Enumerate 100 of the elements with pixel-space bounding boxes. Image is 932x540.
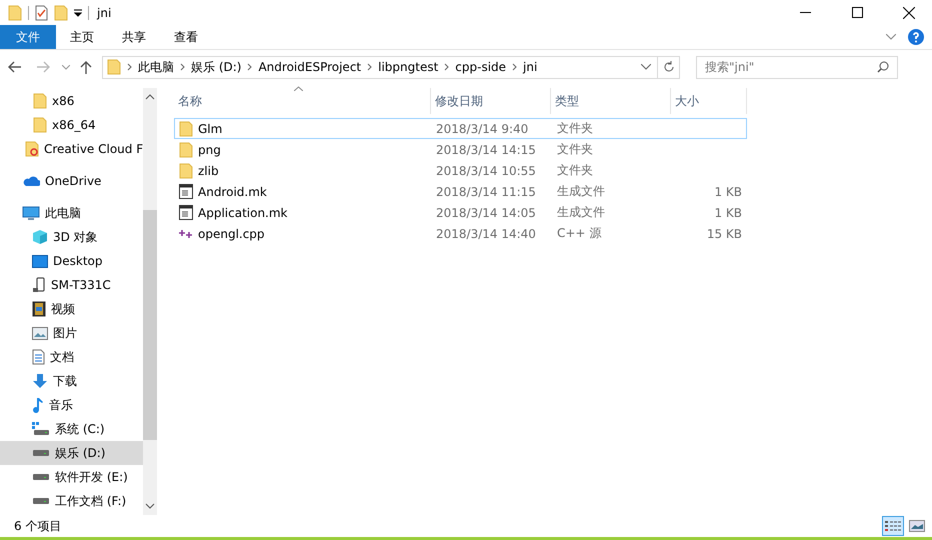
- breadcrumb[interactable]: jni: [523, 60, 538, 74]
- column-header[interactable]: 名称: [174, 88, 431, 114]
- file-name: opengl.cpp: [198, 226, 265, 240]
- search-icon: [877, 60, 889, 72]
- chevron-icon: [127, 63, 132, 71]
- sidebar-item[interactable]: x86_64: [0, 113, 144, 137]
- chevron-icon: [444, 63, 450, 71]
- ribbon-tab[interactable]: 主页: [56, 25, 108, 49]
- ribbon-tab[interactable]: 共享: [108, 25, 160, 49]
- file-size: 15 KB: [706, 226, 743, 240]
- sidebar-item[interactable]: 系统 (C:): [0, 417, 144, 441]
- breadcrumb[interactable]: 娱乐 (D:): [191, 58, 242, 76]
- file-icon: [179, 184, 193, 199]
- sidebar-item[interactable]: SM-T331C: [0, 273, 144, 297]
- modified-date: 2018/3/14 11:15: [435, 184, 537, 198]
- folder-icon: [8, 4, 22, 20]
- search-field[interactable]: 搜索"jni": [696, 56, 898, 78]
- sidebar-item[interactable]: 文档: [0, 345, 144, 369]
- phone-icon: [32, 277, 46, 293]
- folder-icon: [107, 59, 121, 75]
- new-folder-icon: [54, 4, 68, 20]
- drive-icon: [32, 449, 50, 457]
- properties-icon[interactable]: [35, 4, 48, 20]
- breadcrumb[interactable]: cpp-side: [455, 60, 506, 74]
- column-header[interactable]: 类型: [551, 88, 671, 114]
- modified-date: 2018/3/14 14:05: [435, 206, 537, 220]
- file-name: zlib: [198, 164, 219, 178]
- file-type: C++ 源: [556, 225, 602, 242]
- scroll-thumb[interactable]: [143, 210, 158, 440]
- plus-plus-icon: [179, 228, 193, 238]
- chevron-icon: [247, 63, 252, 71]
- sidebar-item[interactable]: 音乐: [0, 393, 144, 417]
- folder-icon: [179, 120, 193, 136]
- file-type: 文件夹: [556, 120, 594, 137]
- file-row[interactable]: Application.mk 2018/3/14 14:05 生成文件 1 KB: [174, 202, 747, 223]
- document-icon: [32, 349, 45, 365]
- file-name: Application.mk: [198, 206, 288, 220]
- ribbon-tab[interactable]: 查看: [160, 25, 212, 49]
- breadcrumb[interactable]: AndroidESProject: [258, 60, 362, 74]
- file-row[interactable]: png 2018/3/14 14:15 文件夹: [174, 139, 747, 160]
- file-name: png: [198, 142, 221, 156]
- file-type: 文件夹: [556, 162, 594, 179]
- sidebar-item[interactable]: 视频: [0, 297, 144, 321]
- breadcrumb[interactable]: 此电脑: [138, 58, 174, 76]
- picture-icon: [32, 326, 48, 340]
- sidebar-item[interactable]: OneDrive: [0, 169, 144, 193]
- download-icon: [32, 373, 48, 389]
- folder-icon: [33, 117, 47, 133]
- back-button[interactable]: [8, 61, 22, 73]
- file-row[interactable]: zlib 2018/3/14 10:55 文件夹: [174, 160, 747, 181]
- folder-icon: [25, 141, 39, 157]
- file-type: 文件夹: [556, 141, 594, 158]
- sidebar-item[interactable]: 此电脑: [0, 201, 144, 225]
- file-row[interactable]: opengl.cpp 2018/3/14 14:40 C++ 源 15 KB: [174, 223, 747, 244]
- cube-icon: [32, 229, 48, 245]
- item-count: 6 个项目: [14, 518, 62, 534]
- breadcrumb[interactable]: libpngtest: [378, 60, 438, 74]
- folder-icon: [179, 162, 193, 178]
- sidebar-item[interactable]: Creative Cloud F: [0, 137, 144, 161]
- close-icon: [903, 6, 915, 18]
- cloud-icon: [22, 175, 40, 187]
- desktop-icon: [32, 254, 48, 268]
- address-bar[interactable]: 此电脑 娱乐 (D:) AndroidESProject libpngtest cpp-side jni: [102, 56, 680, 78]
- file-icon: [179, 205, 193, 220]
- film-icon: [32, 301, 46, 317]
- sidebar-item[interactable]: 软件开发 (E:): [0, 465, 144, 489]
- column-header[interactable]: 修改日期: [431, 88, 551, 114]
- file-name: Glm: [198, 122, 222, 136]
- sidebar-item[interactable]: 下载: [0, 369, 144, 393]
- recent-locations-button[interactable]: [62, 64, 70, 70]
- chevron-icon: [367, 63, 372, 71]
- file-name: Android.mk: [198, 184, 267, 198]
- dropdown-icon[interactable]: [74, 8, 82, 16]
- file-row[interactable]: Glm 2018/3/14 9:40 文件夹: [174, 118, 747, 139]
- modified-date: 2018/3/14 14:15: [435, 142, 537, 156]
- modified-date: 2018/3/14 9:40: [435, 122, 530, 136]
- column-header[interactable]: 大小: [671, 88, 747, 114]
- monitor-icon: [22, 206, 40, 220]
- scroll-up-icon[interactable]: [145, 94, 156, 100]
- caret-icon[interactable]: [641, 64, 651, 70]
- folder-icon: [33, 93, 47, 109]
- file-size: 1 KB: [713, 206, 743, 220]
- sidebar-item[interactable]: Desktop: [0, 249, 144, 273]
- maximize-icon: [852, 7, 862, 18]
- modified-date: 2018/3/14 14:40: [435, 226, 537, 240]
- ribbon-tab[interactable]: 文件: [0, 25, 56, 49]
- file-type: 生成文件: [556, 183, 606, 200]
- file-row[interactable]: Android.mk 2018/3/14 11:15 生成文件 1 KB: [174, 181, 747, 202]
- sidebar-item[interactable]: x86: [0, 89, 144, 113]
- sidebar-item[interactable]: 工作文档 (F:): [0, 489, 144, 513]
- sidebar-item[interactable]: 3D 对象: [0, 225, 144, 249]
- minimize-icon: [800, 12, 810, 13]
- chevron-icon: [180, 63, 185, 71]
- sidebar-item[interactable]: 娱乐 (D:): [0, 441, 144, 465]
- modified-date: 2018/3/14 10:55: [435, 164, 537, 178]
- up-button[interactable]: [80, 60, 92, 74]
- scrollbar[interactable]: [143, 88, 158, 515]
- sidebar-item[interactable]: 图片: [0, 321, 144, 345]
- details-view-button[interactable]: [882, 516, 904, 536]
- scroll-down-icon[interactable]: [145, 503, 156, 509]
